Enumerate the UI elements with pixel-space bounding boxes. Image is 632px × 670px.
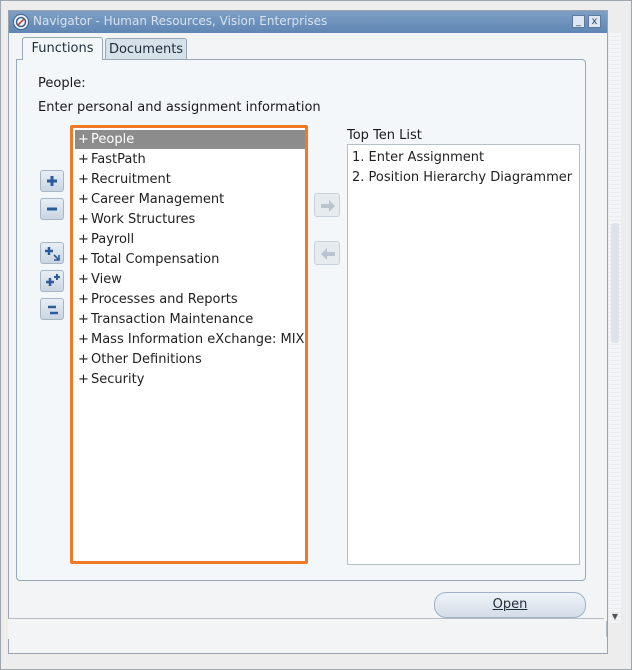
- top-ten-item[interactable]: 1. Enter Assignment: [352, 150, 484, 165]
- tree-item-label: Security: [91, 372, 145, 387]
- tree-item-label: Transaction Maintenance: [91, 312, 254, 327]
- collapse-all-icon: [48, 305, 58, 315]
- minimize-button[interactable]: _: [572, 15, 585, 28]
- tree-item-career-management[interactable]: + Career Management: [75, 190, 305, 209]
- tree-item-label: Total Compensation: [91, 252, 220, 267]
- tree-item-label: People: [91, 132, 135, 147]
- expand-plus-icon[interactable]: +: [78, 250, 89, 269]
- vertical-scrollbar[interactable]: [609, 33, 621, 623]
- tree-item-view[interactable]: + View: [75, 270, 305, 289]
- expand-all-button[interactable]: [40, 270, 64, 292]
- tree-item-label: Other Definitions: [91, 352, 202, 367]
- tree-item-label: Mass Information eXchange: MIX: [91, 332, 305, 347]
- expand-button[interactable]: [40, 170, 64, 192]
- tree-item-other-definitions[interactable]: + Other Definitions: [75, 350, 305, 369]
- arrow-right-icon: [321, 200, 335, 212]
- panel-heading: People:: [38, 76, 86, 91]
- tree-item-processes-and-reports[interactable]: + Processes and Reports: [75, 290, 305, 309]
- window-title: Navigator - Human Resources, Vision Ente…: [33, 14, 328, 28]
- status-divider: [606, 621, 607, 637]
- expand-branch-icon: [45, 247, 60, 261]
- expand-branch-button[interactable]: [40, 242, 64, 264]
- expand-plus-icon[interactable]: +: [78, 170, 89, 189]
- tree-item-fastpath[interactable]: + FastPath: [75, 150, 305, 169]
- tree-item-label: Recruitment: [91, 172, 171, 187]
- close-button[interactable]: x: [588, 15, 601, 28]
- expand-plus-icon[interactable]: +: [78, 190, 89, 209]
- tab-documents[interactable]: Documents: [105, 38, 187, 59]
- expand-plus-icon[interactable]: +: [78, 230, 89, 249]
- tree-item-label: Processes and Reports: [91, 292, 238, 307]
- tree-item-security[interactable]: + Security: [75, 370, 305, 389]
- expand-plus-icon[interactable]: +: [78, 270, 89, 289]
- tree-item-total-compensation[interactable]: + Total Compensation: [75, 250, 305, 269]
- tree-item-label: Work Structures: [91, 212, 196, 227]
- arrow-left-icon: [321, 248, 335, 260]
- tree-item-label: View: [91, 272, 122, 287]
- tree-item-label: Payroll: [91, 232, 135, 247]
- top-ten-item[interactable]: 2. Position Hierarchy Diagrammer: [352, 170, 572, 185]
- top-ten-list[interactable]: 1. Enter Assignment 2. Position Hierarch…: [347, 144, 580, 565]
- expand-plus-icon[interactable]: +: [78, 350, 89, 369]
- oracle-app-icon: [13, 14, 29, 30]
- expand-plus-icon[interactable]: +: [78, 290, 89, 309]
- expand-plus-icon[interactable]: +: [78, 210, 89, 229]
- top-ten-label: Top Ten List: [347, 128, 422, 143]
- remove-from-top-ten-button[interactable]: [314, 241, 340, 265]
- tree-item-label: FastPath: [91, 152, 146, 167]
- expand-plus-icon[interactable]: +: [78, 370, 89, 389]
- expand-all-icon: [46, 274, 60, 286]
- expand-plus-icon[interactable]: +: [78, 130, 89, 149]
- tree-item-transaction-maintenance[interactable]: + Transaction Maintenance: [75, 310, 305, 329]
- collapse-all-button[interactable]: [40, 298, 64, 320]
- title-bar[interactable]: Navigator - Human Resources, Vision Ente…: [9, 11, 607, 33]
- collapse-button[interactable]: [40, 198, 64, 220]
- scrollbar-thumb[interactable]: [611, 223, 619, 343]
- expand-plus-icon[interactable]: +: [78, 330, 89, 349]
- panel-description: Enter personal and assignment informatio…: [38, 100, 321, 115]
- tree-item-payroll[interactable]: + Payroll: [75, 230, 305, 249]
- tree-item-recruitment[interactable]: + Recruitment: [75, 170, 305, 189]
- tree-item-work-structures[interactable]: + Work Structures: [75, 210, 305, 229]
- scroll-down-arrow-icon[interactable]: ▼: [610, 612, 620, 624]
- plus-icon: [47, 176, 57, 186]
- expand-plus-icon[interactable]: +: [78, 310, 89, 329]
- minus-icon: [47, 207, 57, 211]
- add-to-top-ten-button[interactable]: [314, 193, 340, 217]
- function-tree[interactable]: + People + FastPath + Recruitment + Care…: [70, 125, 308, 564]
- status-bar: [8, 618, 607, 639]
- open-button[interactable]: Open: [434, 592, 586, 618]
- tree-item-people[interactable]: + People: [75, 130, 305, 149]
- tree-item-label: Career Management: [91, 192, 225, 207]
- expand-plus-icon[interactable]: +: [78, 150, 89, 169]
- tab-functions[interactable]: Functions: [22, 37, 103, 60]
- tree-item-mass-information-exchange[interactable]: + Mass Information eXchange: MIX: [75, 330, 305, 349]
